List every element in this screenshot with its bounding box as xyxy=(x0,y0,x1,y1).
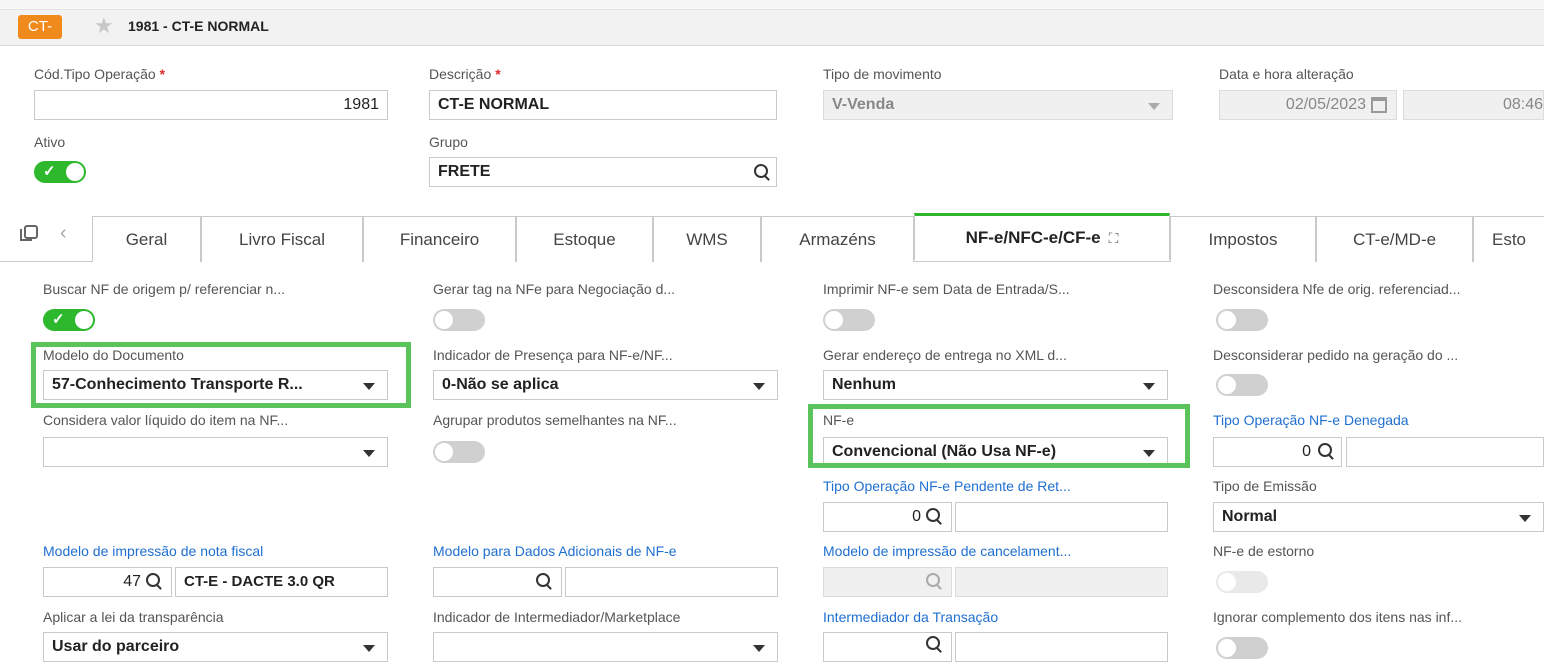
tab-geral[interactable]: Geral xyxy=(92,216,201,262)
gerar-tag-toggle[interactable] xyxy=(433,309,485,331)
desconsidera-nfe-label: Desconsidera Nfe de orig. referenciad... xyxy=(1213,281,1461,297)
ativo-label: Ativo xyxy=(34,134,66,150)
descricao-label: Descrição * xyxy=(429,66,501,82)
nfe-estorno-toggle xyxy=(1216,571,1268,593)
ind-intermed-label: Indicador de Intermediador/Marketplace xyxy=(433,609,681,625)
desconsidera-nfe-toggle[interactable] xyxy=(1216,309,1268,331)
tipo-emissao-label: Tipo de Emissão xyxy=(1213,478,1317,494)
grupo-label: Grupo xyxy=(429,134,468,150)
considera-valor-label: Considera valor líquido do item na NF... xyxy=(43,412,289,428)
copy-icon[interactable] xyxy=(20,225,38,241)
ignorar-label: Ignorar complemento dos itens nas inf... xyxy=(1213,609,1463,625)
chevron-down-icon xyxy=(753,383,765,390)
imprimir-nfe-toggle[interactable] xyxy=(823,309,875,331)
search-icon[interactable] xyxy=(146,573,160,587)
grupo-input[interactable]: FRETE xyxy=(429,157,777,187)
considera-valor-select[interactable] xyxy=(43,437,388,467)
intermed-transacao-desc[interactable] xyxy=(955,632,1168,662)
desconsiderar-ped-label: Desconsiderar pedido na geração do ... xyxy=(1213,347,1459,363)
search-icon xyxy=(926,573,940,587)
favorite-star-icon[interactable]: ★ xyxy=(94,14,114,38)
calendar-icon[interactable] xyxy=(1371,97,1387,113)
tipo-mov-select[interactable]: V-Venda xyxy=(823,90,1173,120)
buscar-nf-label: Buscar NF de origem p/ referenciar n... xyxy=(43,281,285,297)
record-type-badge: CT- xyxy=(18,15,62,39)
tab-nfe-nfce-cfe[interactable]: NF-e/NFC-e/CF-e ⛶ xyxy=(914,213,1170,260)
tipo-mov-label: Tipo de movimento xyxy=(823,66,942,82)
nfe-estorno-label: NF-e de estorno xyxy=(1213,543,1315,559)
tab-livro-fiscal[interactable]: Livro Fiscal xyxy=(201,216,363,262)
aplicar-lei-select[interactable]: Usar do parceiro xyxy=(43,632,388,662)
modelo-impr-desc[interactable]: CT-E - DACTE 3.0 QR xyxy=(175,567,388,597)
modelo-cancel-label[interactable]: Modelo de impressão de cancelament... xyxy=(823,543,1173,559)
chevron-down-icon xyxy=(363,645,375,652)
check-icon: ✓ xyxy=(43,163,56,180)
aplicar-lei-label: Aplicar a lei da transparência xyxy=(43,609,224,625)
descricao-input[interactable]: CT-E NORMAL xyxy=(429,90,777,120)
gerar-tag-label: Gerar tag na NFe para Negociação d... xyxy=(433,281,676,297)
chevron-down-icon xyxy=(363,450,375,457)
tab-estoque[interactable]: Estoque xyxy=(516,216,653,262)
check-icon: ✓ xyxy=(52,311,65,328)
buscar-nf-toggle[interactable]: ✓ xyxy=(43,309,95,331)
tipo-op-denegada-label[interactable]: Tipo Operação NF-e Denegada xyxy=(1213,412,1409,428)
expand-icon[interactable]: ⛶ xyxy=(1109,216,1119,260)
cod-tipo-label: Cód.Tipo Operação * xyxy=(34,66,166,82)
gerar-end-select[interactable]: Nenhum xyxy=(823,370,1168,400)
search-icon[interactable] xyxy=(926,508,940,522)
modelo-dados-label[interactable]: Modelo para Dados Adicionais de NF-e xyxy=(433,543,677,559)
tipo-op-pendente-label[interactable]: Tipo Operação NF-e Pendente de Ret... xyxy=(823,478,1173,494)
ind-presenca-select[interactable]: 0-Não se aplica xyxy=(433,370,778,400)
tab-wms[interactable]: WMS xyxy=(653,216,761,262)
ignorar-toggle[interactable] xyxy=(1216,637,1268,659)
modelo-cancel-desc xyxy=(955,567,1168,597)
search-icon[interactable] xyxy=(754,164,768,178)
search-icon[interactable] xyxy=(926,636,940,650)
imprimir-nfe-label: Imprimir NF-e sem Data de Entrada/S... xyxy=(823,281,1070,297)
top-strip xyxy=(0,0,1544,10)
cod-tipo-input[interactable]: 1981 xyxy=(34,90,388,120)
agrupar-label: Agrupar produtos semelhantes na NF... xyxy=(433,412,677,428)
tab-armazens[interactable]: Armazéns xyxy=(761,216,914,262)
tipo-emissao-select[interactable]: Normal xyxy=(1213,502,1544,532)
search-icon[interactable] xyxy=(1318,443,1332,457)
tab-financeiro[interactable]: Financeiro xyxy=(363,216,516,262)
tipo-op-pendente-desc[interactable] xyxy=(955,502,1168,532)
data-alteracao-label: Data e hora alteração xyxy=(1219,66,1354,82)
agrupar-toggle[interactable] xyxy=(433,441,485,463)
tab-impostos[interactable]: Impostos xyxy=(1170,216,1316,262)
chevron-down-icon xyxy=(1519,515,1531,522)
tab-estoque-more[interactable]: Esto xyxy=(1473,216,1544,262)
chevron-down-icon xyxy=(1143,383,1155,390)
gerar-end-label: Gerar endereço de entrega no XML d... xyxy=(823,347,1067,363)
modelo-impr-label[interactable]: Modelo de impressão de nota fiscal xyxy=(43,543,263,559)
ativo-toggle[interactable]: ✓ xyxy=(34,161,86,183)
desconsiderar-ped-toggle[interactable] xyxy=(1216,374,1268,396)
ind-intermed-select[interactable] xyxy=(433,632,778,662)
ind-presenca-label: Indicador de Presença para NF-e/NF... xyxy=(433,347,673,363)
tab-cte-mde[interactable]: CT-e/MD-e xyxy=(1316,216,1473,262)
search-icon[interactable] xyxy=(536,573,550,587)
highlight-box-nfe xyxy=(808,404,1190,468)
modelo-dados-desc[interactable] xyxy=(565,567,778,597)
chevron-down-icon xyxy=(1148,103,1160,110)
hora-alteracao-input: 08:46 xyxy=(1403,90,1544,120)
record-title: 1981 - CT-E NORMAL xyxy=(128,18,269,34)
tipo-op-denegada-desc[interactable] xyxy=(1346,437,1544,467)
chevron-left-icon[interactable]: ‹ xyxy=(60,222,67,245)
chevron-down-icon xyxy=(753,645,765,652)
highlight-box-modelo xyxy=(31,342,411,408)
intermed-transacao-label[interactable]: Intermediador da Transação xyxy=(823,609,998,625)
